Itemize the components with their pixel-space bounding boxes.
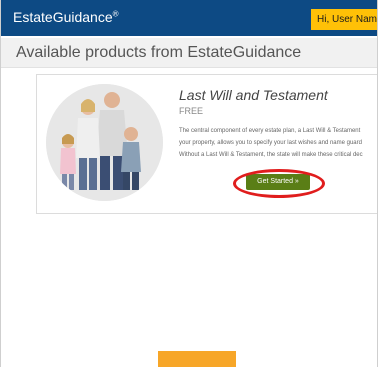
brand-name: EstateGuidance [13,9,113,25]
product-price: FREE [179,106,204,116]
family-photo [46,84,163,201]
highlight-ring [233,169,325,198]
brand-logo[interactable]: EstateGuidance® [13,9,119,25]
user-menu[interactable]: Hi, User Name [311,9,377,30]
family-illustration-icon [46,84,163,201]
page-title: Available products from EstateGuidance [1,38,377,68]
product-title[interactable]: Last Will and Testament [179,87,328,103]
bottom-action-button[interactable] [158,351,236,367]
product-description-line-1: The central component of every estate pl… [179,128,361,134]
product-description-line-3: Without a Last Will & Testament, the sta… [179,152,363,158]
product-description-line-2: your property, allows you to specify you… [179,140,362,146]
app-frame: EstateGuidance® Hi, User Name Available … [0,0,378,367]
brand-registered-mark: ® [112,9,119,19]
